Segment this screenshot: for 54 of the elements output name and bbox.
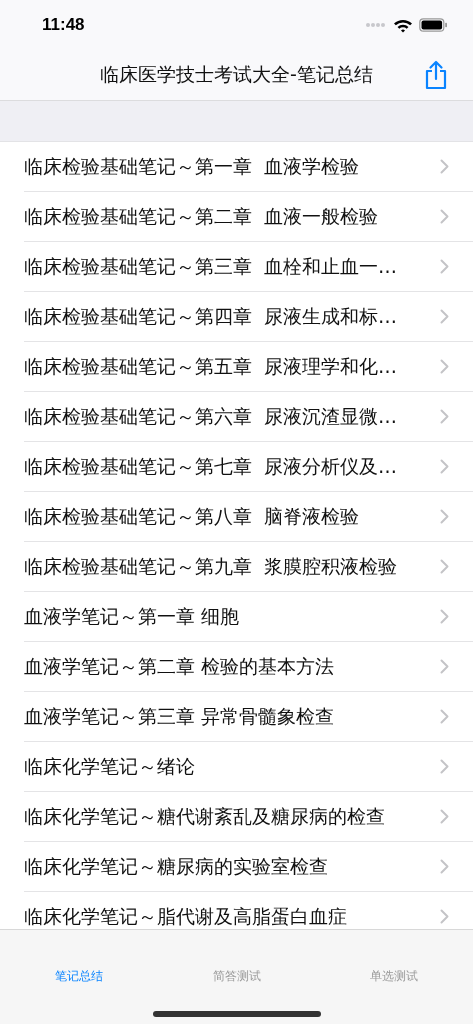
chevron-icon xyxy=(440,559,449,574)
row-title: 临床化学笔记～糖代谢紊乱及糖尿病的检查 xyxy=(24,803,385,829)
chevron-icon xyxy=(440,659,449,674)
row-title: 临床化学笔记～绪论 xyxy=(24,753,195,779)
row-title: 临床检验基础笔记～第七章 尿液分析仪及… xyxy=(24,453,398,479)
row-title: 临床检验基础笔记～第六章 尿液沉渣显微… xyxy=(24,403,398,429)
row-title: 临床检验基础笔记～第四章 尿液生成和标… xyxy=(24,303,398,329)
list-row[interactable]: 血液学笔记～第三章 异常骨髓象检查 xyxy=(24,692,473,742)
row-title: 临床检验基础笔记～第九章 浆膜腔积液检验 xyxy=(24,553,398,579)
chevron-icon xyxy=(440,709,449,724)
row-title: 临床检验基础笔记～第一章 血液学检验 xyxy=(24,153,360,179)
chevron-icon xyxy=(440,209,449,224)
chevron-icon xyxy=(440,159,449,174)
chevron-icon xyxy=(440,859,449,874)
signal-icon xyxy=(365,22,387,28)
chevron-icon xyxy=(440,309,449,324)
chevron-icon xyxy=(440,809,449,824)
list-row[interactable]: 临床检验基础笔记～第六章 尿液沉渣显微… xyxy=(24,392,473,442)
status-time: 11:48 xyxy=(42,15,85,35)
row-title: 临床检验基础笔记～第二章 血液一般检验 xyxy=(24,203,379,229)
row-title: 临床检验基础笔记～第五章 尿液理学和化… xyxy=(24,353,398,379)
list-row[interactable]: 临床化学笔记～糖尿病的实验室检查 xyxy=(24,842,473,892)
chevron-icon xyxy=(440,759,449,774)
list-row[interactable]: 临床检验基础笔记～第八章 脑脊液检验 xyxy=(24,492,473,542)
chevron-icon xyxy=(440,909,449,924)
row-title: 血液学笔记～第三章 异常骨髓象检查 xyxy=(24,703,335,729)
chevron-icon xyxy=(440,609,449,624)
row-title: 临床化学笔记～脂代谢及高脂蛋白血症 xyxy=(24,903,347,929)
chevron-icon xyxy=(440,359,449,374)
row-title: 临床化学笔记～糖尿病的实验室检查 xyxy=(24,853,328,879)
list-row[interactable]: 血液学笔记～第二章 检验的基本方法 xyxy=(24,642,473,692)
row-title: 临床检验基础笔记～第八章 脑脊液检验 xyxy=(24,503,360,529)
list-row[interactable]: 临床检验基础笔记～第一章 血液学检验 xyxy=(24,142,473,192)
row-title: 临床检验基础笔记～第三章 血栓和止血一… xyxy=(24,253,398,279)
row-title: 血液学笔记～第二章 检验的基本方法 xyxy=(24,653,335,679)
list-row[interactable]: 临床检验基础笔记～第七章 尿液分析仪及… xyxy=(24,442,473,492)
list-row[interactable]: 临床检验基础笔记～第五章 尿液理学和化… xyxy=(24,342,473,392)
list-row[interactable]: 临床检验基础笔记～第四章 尿液生成和标… xyxy=(24,292,473,342)
list-row[interactable]: 血液学笔记～第一章 细胞 xyxy=(24,592,473,642)
chevron-icon xyxy=(440,459,449,474)
tab[interactable]: 笔记总结 xyxy=(0,966,158,987)
list-row[interactable]: 临床化学笔记～绪论 xyxy=(24,742,473,792)
wifi-icon xyxy=(393,17,413,33)
chevron-icon xyxy=(440,259,449,274)
chevron-icon xyxy=(440,409,449,424)
list-row[interactable]: 临床化学笔记～糖代谢紊乱及糖尿病的检查 xyxy=(24,792,473,842)
list-row[interactable]: 临床检验基础笔记～第二章 血液一般检验 xyxy=(24,192,473,242)
list-row[interactable]: 临床检验基础笔记～第九章 浆膜腔积液检验 xyxy=(24,542,473,592)
nav-title: 临床医学技士考试大全-笔记总结 xyxy=(100,62,373,87)
list-row[interactable]: 临床检验基础笔记～第三章 血栓和止血一… xyxy=(24,242,473,292)
battery-icon xyxy=(419,18,448,32)
share-icon[interactable] xyxy=(424,60,448,90)
chevron-icon xyxy=(440,509,449,524)
row-title: 血液学笔记～第一章 细胞 xyxy=(24,603,240,629)
